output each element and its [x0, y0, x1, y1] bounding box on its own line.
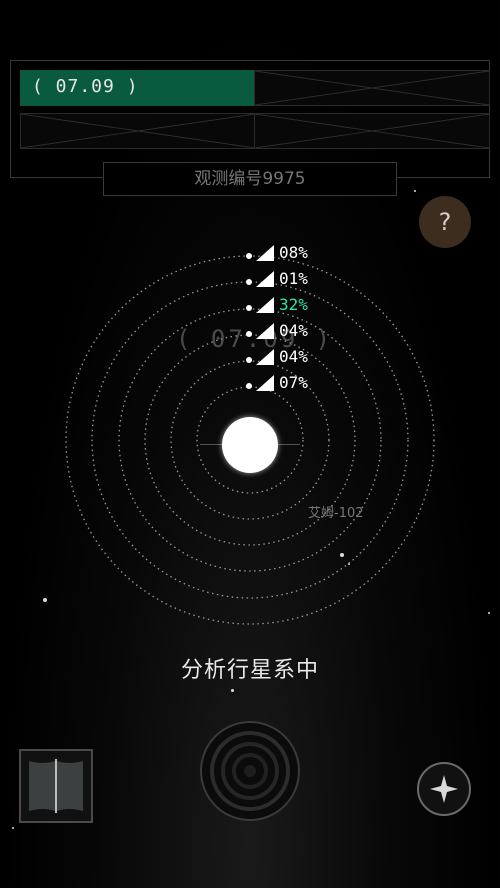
slot-panel: ( 07.09 ) — [10, 60, 490, 178]
orbit-marker — [246, 305, 252, 311]
signal-strength-icon — [256, 323, 274, 339]
signal-percent: 01% — [279, 269, 308, 288]
orbit-marker — [246, 279, 252, 285]
signal-strength-icon — [256, 245, 274, 261]
signal-percent: 08% — [279, 243, 308, 262]
scan-button[interactable] — [199, 720, 301, 822]
orbit-marker — [246, 331, 252, 337]
empty-slot-cross — [255, 71, 489, 105]
slot-empty[interactable] — [254, 113, 490, 149]
star — [231, 689, 234, 692]
orbit-marker — [246, 357, 252, 363]
signal-percent: 07% — [279, 373, 308, 392]
question-mark-icon: ? — [438, 208, 452, 236]
ghost-slot-label: ( 07.09 ) — [176, 325, 334, 353]
observation-id: 观测编号9975 — [103, 162, 397, 196]
central-star[interactable] — [222, 417, 278, 473]
help-button[interactable]: ? — [419, 196, 471, 248]
compass-button[interactable] — [417, 762, 471, 816]
orbit-marker — [246, 383, 252, 389]
compass-star-icon — [430, 775, 458, 803]
star — [43, 598, 47, 602]
star — [414, 190, 416, 192]
slot-active[interactable]: ( 07.09 ) — [20, 70, 256, 106]
map-icon — [29, 759, 83, 813]
star — [12, 827, 14, 829]
system-name: 艾姆-102 — [308, 506, 364, 521]
signal-strength-icon — [256, 271, 274, 287]
signal-strength-icon — [256, 375, 274, 391]
empty-slot-cross — [255, 114, 489, 148]
radar-icon — [200, 721, 300, 821]
empty-slot-cross — [21, 114, 255, 148]
signal-percent-highlight: 32% — [279, 295, 308, 314]
slot-empty[interactable] — [20, 113, 256, 149]
slot-empty[interactable] — [254, 70, 490, 106]
game-screen: ( 07.09 ) 观测编号9975 ? (07.09) 08% 01% 3… — [0, 0, 500, 888]
signal-strength-icon — [256, 349, 274, 365]
star — [488, 612, 490, 614]
map-button[interactable] — [19, 749, 93, 823]
orbit-marker — [246, 253, 252, 259]
signal-strength-icon — [256, 297, 274, 313]
signal-percent: 04% — [279, 321, 308, 340]
slot-active-label: ( 07.09 ) — [32, 76, 139, 97]
signal-percent: 04% — [279, 347, 308, 366]
status-text: 分析行星系中 — [180, 658, 319, 683]
